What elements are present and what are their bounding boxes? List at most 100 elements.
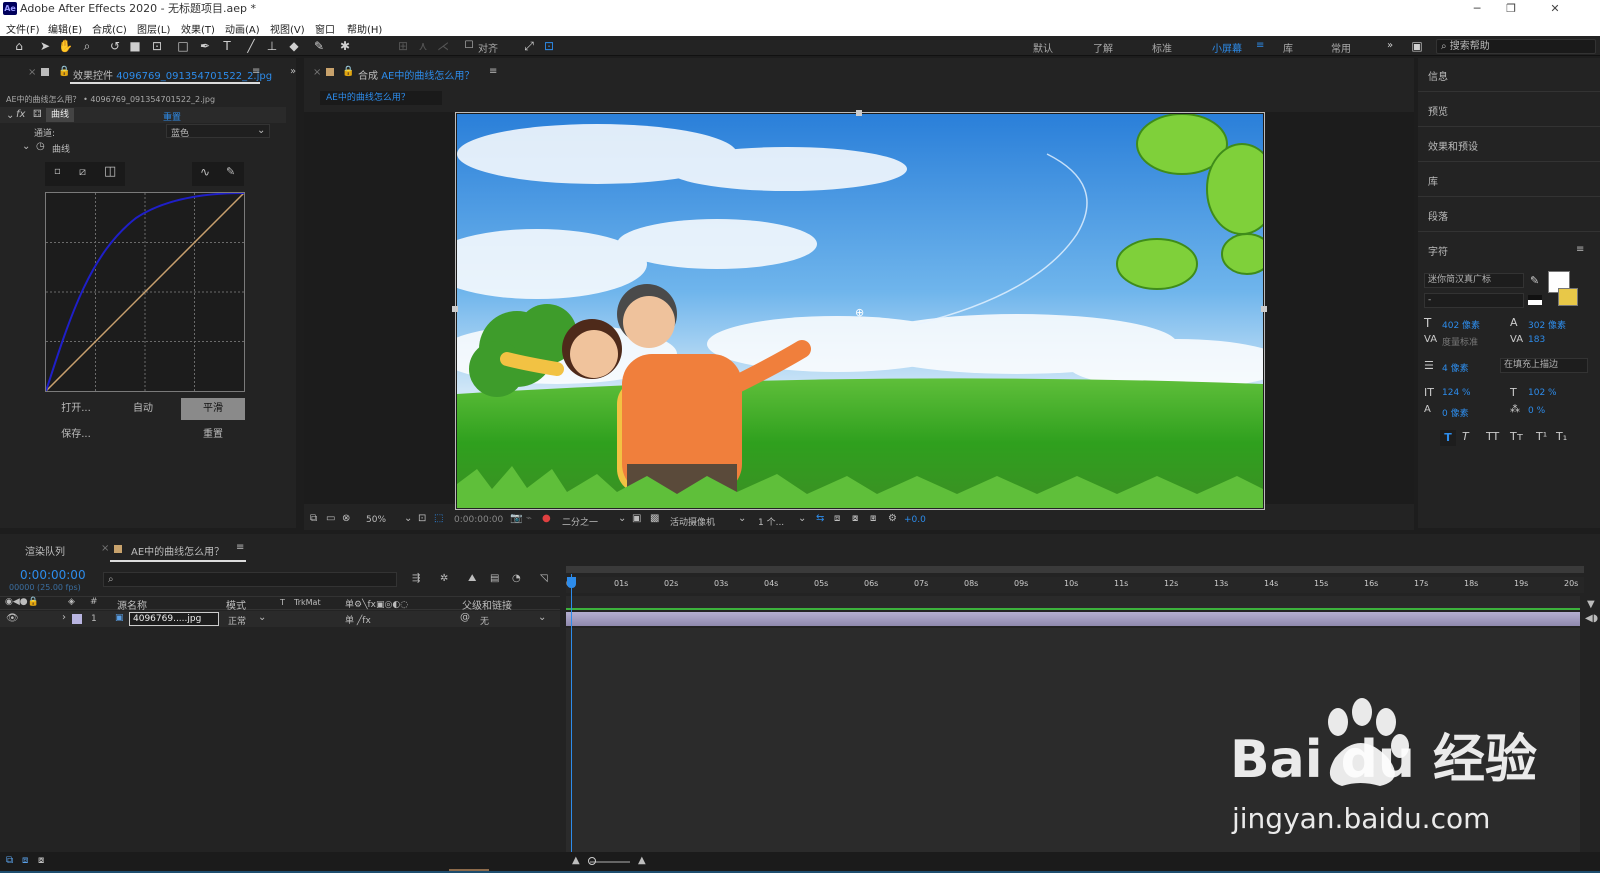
search-help-input[interactable]: ⌕ 搜索帮助 <box>1436 39 1596 54</box>
comp-panel-menu-icon[interactable]: ≡ <box>489 66 497 77</box>
workspace-library[interactable]: 库 <box>1283 40 1293 55</box>
font-family-dropdown[interactable]: 迷你简汉真广标 <box>1424 273 1524 288</box>
workspace-small-screen[interactable]: 小屏幕 <box>1212 40 1242 55</box>
workspace-common[interactable]: 常用 <box>1331 40 1351 55</box>
clone-stamp-tool-icon[interactable]: ⊥ <box>265 39 279 53</box>
stroke-width-value[interactable]: 4 像素 <box>1442 361 1469 374</box>
curves-graph[interactable] <box>45 192 245 392</box>
camera-dropdown[interactable]: 活动摄像机 <box>670 515 715 528</box>
panel-info[interactable]: 信息 <box>1428 68 1448 83</box>
toggle-pixel-aspect-icon[interactable]: ⇆ <box>816 513 824 524</box>
tracking-value[interactable]: 183 <box>1528 335 1545 345</box>
tsume-value[interactable]: 0 % <box>1528 406 1545 416</box>
panel-library[interactable]: 库 <box>1428 173 1438 188</box>
stroke-color-swatch[interactable] <box>1558 288 1578 306</box>
workspace-menu-icon[interactable]: ≡ <box>1256 40 1264 51</box>
visibility-eye-icon[interactable]: 👁 <box>6 613 19 624</box>
roto-brush-tool-icon[interactable]: ✎ <box>312 39 326 53</box>
work-area-bar[interactable] <box>566 566 1584 573</box>
handle-right[interactable] <box>1261 306 1267 312</box>
small-caps-button[interactable]: Tт <box>1510 430 1523 443</box>
menu-layer[interactable]: 图层(L) <box>137 21 170 36</box>
layer-name-field[interactable]: 4096769.....jpg <box>129 612 219 626</box>
faux-italic-button[interactable]: T <box>1462 430 1469 443</box>
handle-top[interactable] <box>856 110 862 116</box>
layer-duration-bar[interactable] <box>566 612 1580 626</box>
mode-header[interactable]: 模式 <box>226 597 246 612</box>
workspace-standard[interactable]: 标准 <box>1152 40 1172 55</box>
all-caps-button[interactable]: TT <box>1486 430 1499 443</box>
comp-tab-close-icon[interactable]: × <box>313 67 321 78</box>
region-of-interest-icon[interactable]: ▣ <box>632 513 641 524</box>
eraser-tool-icon[interactable]: ◆ <box>287 39 301 53</box>
type-tool-icon[interactable]: T <box>220 39 234 53</box>
status-icon-3[interactable]: ⧇ <box>38 855 44 866</box>
timeline-icon[interactable]: ⧇ <box>852 513 858 524</box>
zoom-tool-icon[interactable]: ⌕ <box>80 39 94 53</box>
large-graph-icon[interactable]: ◫ <box>104 164 116 179</box>
fit-icon[interactable]: ⊡ <box>418 513 426 524</box>
snap-target-icon[interactable]: ⊡ <box>542 39 556 53</box>
layer-row[interactable] <box>0 611 560 627</box>
panel-character[interactable]: 字符 <box>1428 243 1448 258</box>
layer-expand-icon[interactable]: › <box>62 612 66 623</box>
channel-dropdown[interactable]: 蓝色 ⌄ <box>166 124 270 139</box>
menu-view[interactable]: 视图(V) <box>270 21 305 36</box>
comp-marker-icon[interactable]: ▼ <box>1587 599 1595 610</box>
view-axis-icon[interactable]: ⋌ <box>436 39 450 53</box>
transparency-grid-icon[interactable]: ▩ <box>650 513 659 524</box>
tab-close-icon[interactable]: × <box>28 67 36 78</box>
pen-tool-icon[interactable]: ✒ <box>198 39 212 53</box>
parent-dropdown[interactable]: 无 <box>480 614 489 627</box>
time-ruler[interactable]: 0s 01s 02s 03s 04s 05s 06s 07s 08s 09s 1… <box>566 577 1584 593</box>
motion-blur-icon[interactable]: ◔ <box>512 573 521 584</box>
layer-switches[interactable]: 单 ╱fx <box>345 613 371 626</box>
expand-icon[interactable]: ⌄ <box>6 110 14 121</box>
smooth-button[interactable]: 平滑 <box>181 398 245 420</box>
auto-button[interactable]: 自动 <box>112 398 174 420</box>
fx-name[interactable]: 曲线 <box>46 108 74 122</box>
exposure-value[interactable]: +0.0 <box>904 515 926 525</box>
superscript-button[interactable]: T¹ <box>1536 430 1547 443</box>
workspace-default[interactable]: 默认 <box>1033 40 1053 55</box>
lock-icon[interactable]: 🔒 <box>58 66 70 77</box>
stopwatch-icon[interactable]: ◷ <box>36 141 45 152</box>
workspace-overflow-icon[interactable]: » <box>1387 40 1393 51</box>
curves-expand-icon[interactable]: ⌄ <box>22 141 30 152</box>
flowchart-icon[interactable]: ⧆ <box>870 513 876 524</box>
fast-preview-icon[interactable]: ⧈ <box>834 513 840 524</box>
camera-tool-icon[interactable]: ■ <box>128 39 142 53</box>
menu-edit[interactable]: 编辑(E) <box>48 21 82 36</box>
rectangle-tool-icon[interactable]: □ <box>176 39 190 53</box>
zoom-in-icon[interactable]: ▲ <box>638 855 646 866</box>
layer-mode-dropdown[interactable]: 正常 <box>228 614 246 627</box>
exposure-reset-icon[interactable]: ⚙ <box>888 513 897 524</box>
timeline-tab-close-icon[interactable]: × <box>101 543 109 554</box>
comp-tab-name[interactable]: AE中的曲线怎么用？ <box>381 71 474 82</box>
panel-menu-icon[interactable]: ≡ <box>252 66 260 77</box>
home-icon[interactable]: ⌂ <box>12 39 26 53</box>
brush-tool-icon[interactable]: ╱ <box>244 39 258 53</box>
faux-bold-button[interactable]: T <box>1440 430 1456 446</box>
world-axis-icon[interactable]: ⋏ <box>416 39 430 53</box>
save-button[interactable]: 保存... <box>45 424 107 446</box>
pick-whip-icon[interactable]: @ <box>460 612 470 623</box>
timeline-timecode[interactable]: 0:00:00:00 <box>20 568 86 582</box>
source-name-header[interactable]: 源名称 <box>117 597 147 612</box>
effect-controls-tab-file[interactable]: 4096769_091354701522_2.jpg <box>116 71 272 82</box>
menu-animation[interactable]: 动画(A) <box>225 21 260 36</box>
rotate-tool-icon[interactable]: ↺ <box>108 39 122 53</box>
timeline-search-input[interactable]: ⌕ <box>103 572 397 587</box>
show-snapshot-icon[interactable]: ⌁ <box>526 513 532 524</box>
snapshot-icon[interactable]: 📷 <box>510 513 522 524</box>
small-graph-icon[interactable]: ▫ <box>54 166 61 177</box>
zoom-slider-thumb[interactable] <box>588 857 596 865</box>
parent-header[interactable]: 父级和链接 <box>462 597 512 612</box>
playhead-line[interactable] <box>571 574 572 852</box>
snap-checkbox[interactable]: ☐ <box>462 39 476 53</box>
font-size-value[interactable]: 402 像素 <box>1442 318 1480 331</box>
close-icon[interactable]: ✕ <box>1540 1 1570 17</box>
menu-composition[interactable]: 合成(C) <box>92 21 127 36</box>
menu-help[interactable]: 帮助(H) <box>347 21 382 36</box>
color-channel-icon[interactable]: ● <box>542 513 551 524</box>
